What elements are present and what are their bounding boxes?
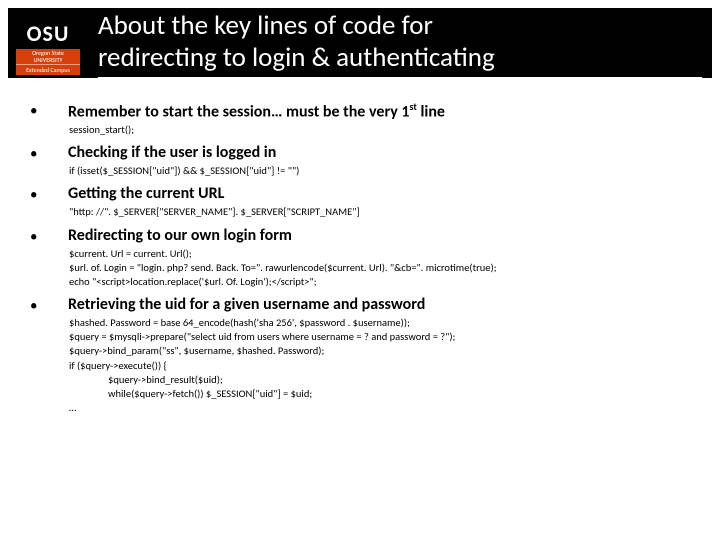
code-line: $url. of. Login = "login. php? send. Bac… bbox=[68, 261, 690, 275]
code-line: $hashed. Password = base 64_encode(hash(… bbox=[68, 316, 690, 330]
list-item: • Getting the current URL "http: //". $_… bbox=[30, 184, 690, 219]
code-line: $query = $mysqli->prepare("select uid fr… bbox=[68, 330, 690, 344]
item-heading: Checking if the user is logged in bbox=[68, 143, 690, 162]
code-line: $current. Url = current. Url(); bbox=[68, 247, 690, 261]
item-heading: Getting the current URL bbox=[68, 184, 690, 203]
list-item: • Checking if the user is logged in if (… bbox=[30, 143, 690, 178]
code-line: if ($query->execute()) { bbox=[68, 359, 690, 373]
list-item: • Redirecting to our own login form $cur… bbox=[30, 226, 690, 290]
code-line: "http: //". $_SERVER["SERVER_NAME"]. $_S… bbox=[68, 205, 690, 219]
bullet-icon: • bbox=[30, 295, 68, 415]
list-item: • Retrieving the uid for a given usernam… bbox=[30, 295, 690, 415]
item-heading: Remember to start the session… must be t… bbox=[68, 100, 690, 121]
code-line: $query->bind_result($uid); bbox=[68, 373, 690, 387]
logo-bot: Extended Campus bbox=[16, 64, 80, 75]
code-line: … bbox=[68, 401, 690, 415]
code-line: echo "<script>location.replace('$url. Of… bbox=[68, 275, 690, 289]
item-heading: Redirecting to our own login form bbox=[68, 226, 690, 245]
code-line: session_start(); bbox=[68, 123, 690, 137]
slide-content: • Remember to start the session… must be… bbox=[0, 78, 720, 416]
item-heading: Retrieving the uid for a given username … bbox=[68, 295, 690, 314]
list-item: • Remember to start the session… must be… bbox=[30, 100, 690, 138]
bullet-icon: • bbox=[30, 100, 68, 138]
osu-logo: OSU Oregon StateUNIVERSITY Extended Camp… bbox=[16, 18, 80, 75]
logo-top: OSU bbox=[16, 18, 80, 49]
logo-mid: Oregon StateUNIVERSITY bbox=[16, 49, 80, 64]
code-line: while($query->fetch()) $_SESSION["uid"] … bbox=[68, 387, 690, 401]
slide-title: About the key lines of code for redirect… bbox=[8, 8, 712, 78]
bullet-icon: • bbox=[30, 143, 68, 178]
code-line: if (isset($_SESSION["uid"]) && $_SESSION… bbox=[68, 164, 690, 178]
bullet-icon: • bbox=[30, 226, 68, 290]
code-line: $query->bind_param("ss", $username, $has… bbox=[68, 344, 690, 358]
bullet-icon: • bbox=[30, 184, 68, 219]
